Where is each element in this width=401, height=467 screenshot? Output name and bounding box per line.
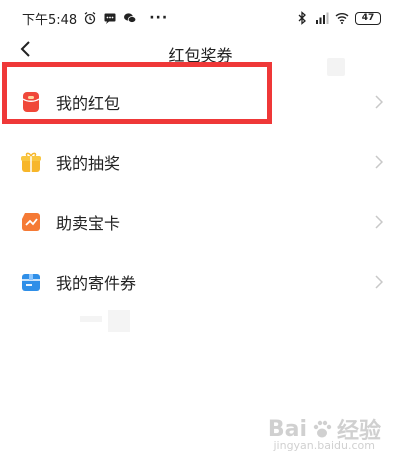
gift-box-icon	[20, 151, 42, 173]
more-notifications-icon: ···	[149, 10, 169, 26]
list-item-label: 助卖宝卡	[56, 214, 121, 233]
screen: 下午5:48 ··· 47 红包奖券 我的红包 我的抽奖 助卖宝卡 我的寄件券 …	[0, 0, 401, 467]
list-item-sales-card[interactable]: 助卖宝卡	[0, 192, 401, 252]
list-item-my-lottery[interactable]: 我的抽奖	[0, 132, 401, 192]
list-item-my-shipping-coupon[interactable]: 我的寄件券	[0, 252, 401, 312]
battery-icon: 47	[355, 11, 381, 25]
wechat-icon	[124, 13, 137, 23]
status-left: 下午5:48 ···	[22, 9, 168, 28]
paw-logo-icon	[313, 420, 332, 438]
chevron-right-icon	[375, 215, 383, 229]
wifi-icon	[335, 13, 349, 24]
message-icon	[104, 13, 116, 24]
list-item-label: 我的寄件券	[56, 274, 137, 293]
chevron-right-icon	[375, 155, 383, 169]
list-item-label: 我的抽奖	[56, 154, 121, 173]
watermark-text: Bai	[267, 416, 307, 442]
chevron-right-icon	[375, 275, 383, 289]
status-bar: 下午5:48 ··· 47	[0, 0, 401, 36]
highlight-annotation-box	[2, 62, 272, 124]
signal-icon	[316, 12, 329, 24]
alarm-icon	[84, 12, 96, 25]
ghost-block	[80, 316, 102, 322]
bluetooth-icon	[298, 11, 306, 25]
chevron-right-icon	[375, 95, 383, 109]
parcel-ticket-icon	[20, 271, 42, 293]
ghost-block	[108, 310, 130, 332]
watermark-sub: jingyan.baidu.com	[273, 439, 375, 452]
watermark: Bai 经验 jingyan.baidu.com	[267, 413, 381, 453]
status-right: 47	[295, 11, 381, 25]
status-time: 下午5:48	[22, 12, 78, 28]
trend-card-icon	[20, 211, 42, 233]
